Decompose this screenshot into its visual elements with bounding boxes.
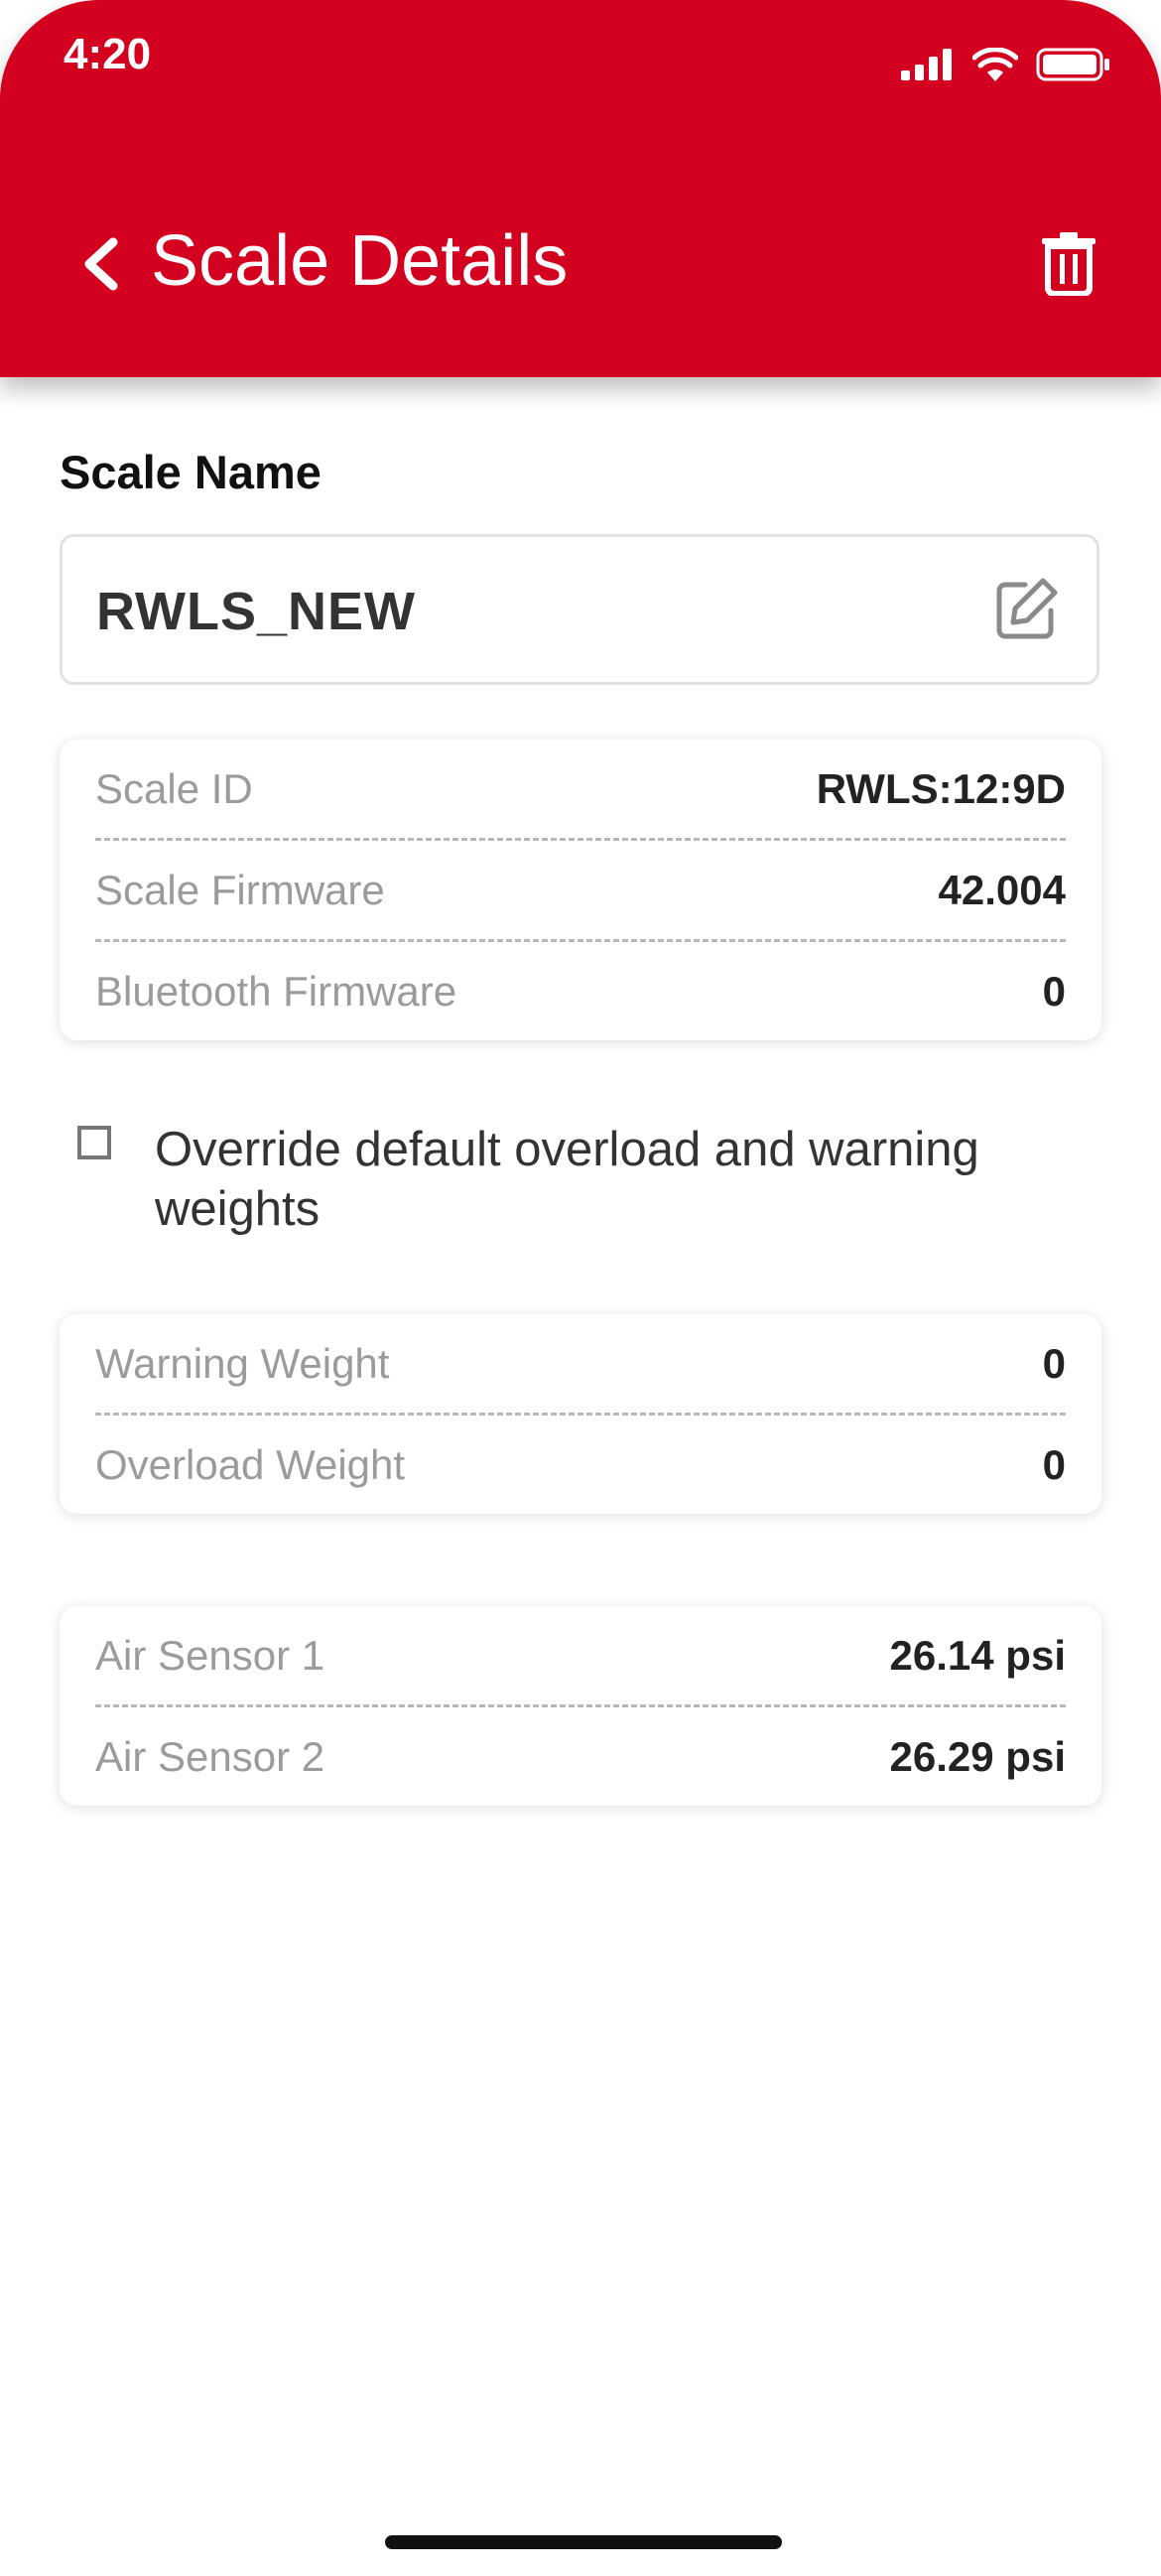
warning-weight-row: Warning Weight 0 [95,1314,1066,1413]
trash-icon [1042,232,1096,297]
override-checkbox[interactable] [77,1126,111,1159]
status-time: 4:20 [64,30,152,78]
air-sensor-2-value: 26.29 psi [889,1732,1066,1780]
home-indicator[interactable] [385,2535,782,2549]
overload-weight-row: Overload Weight 0 [95,1413,1066,1514]
scale-firmware-row: Scale Firmware 42.004 [95,838,1066,939]
scale-id-label: Scale ID [95,764,253,812]
edit-icon [996,578,1058,639]
scale-id-row: Scale ID RWLS:12:9D [95,740,1066,838]
air-sensors-card: Air Sensor 1 26.14 psi Air Sensor 2 26.2… [60,1606,1101,1806]
scale-info-card: Scale ID RWLS:12:9D Scale Firmware 42.00… [60,740,1101,1040]
battery-icon [1036,48,1109,81]
delete-button[interactable] [1038,230,1099,297]
scale-id-value: RWLS:12:9D [816,764,1066,812]
air-sensor-2-row: Air Sensor 2 26.29 psi [95,1704,1066,1806]
air-sensor-1-row: Air Sensor 1 26.14 psi [95,1606,1066,1704]
warning-weight-value: 0 [1042,1339,1066,1387]
air-sensor-1-label: Air Sensor 1 [95,1631,325,1679]
chevron-left-icon [84,237,118,291]
scale-name-label: Scale Name [60,446,322,498]
overload-weight-value: 0 [1042,1440,1066,1488]
bluetooth-firmware-value: 0 [1042,967,1066,1015]
weights-card: Warning Weight 0 Overload Weight 0 [60,1314,1101,1514]
bluetooth-firmware-row: Bluetooth Firmware 0 [95,939,1066,1040]
scale-name-field[interactable]: RWLS_NEW [60,534,1099,685]
scale-name-value: RWLS_NEW [96,582,417,641]
warning-weight-label: Warning Weight [95,1339,390,1387]
back-button[interactable] [69,226,129,302]
status-icons [901,48,1111,81]
scale-firmware-value: 42.004 [938,866,1066,913]
overload-weight-label: Overload Weight [95,1440,406,1488]
air-sensor-2-label: Air Sensor 2 [95,1732,325,1780]
edit-button[interactable] [991,575,1061,644]
signal-icon [901,49,952,80]
app-header: 4:20 Scale Details [0,0,1161,377]
page-title: Scale Details [151,221,569,301]
override-label: Override default overload and warning we… [155,1123,979,1236]
wifi-icon [972,48,1018,81]
scale-firmware-label: Scale Firmware [95,866,385,913]
air-sensor-1-value: 26.14 psi [889,1631,1066,1679]
bluetooth-firmware-label: Bluetooth Firmware [95,967,457,1015]
